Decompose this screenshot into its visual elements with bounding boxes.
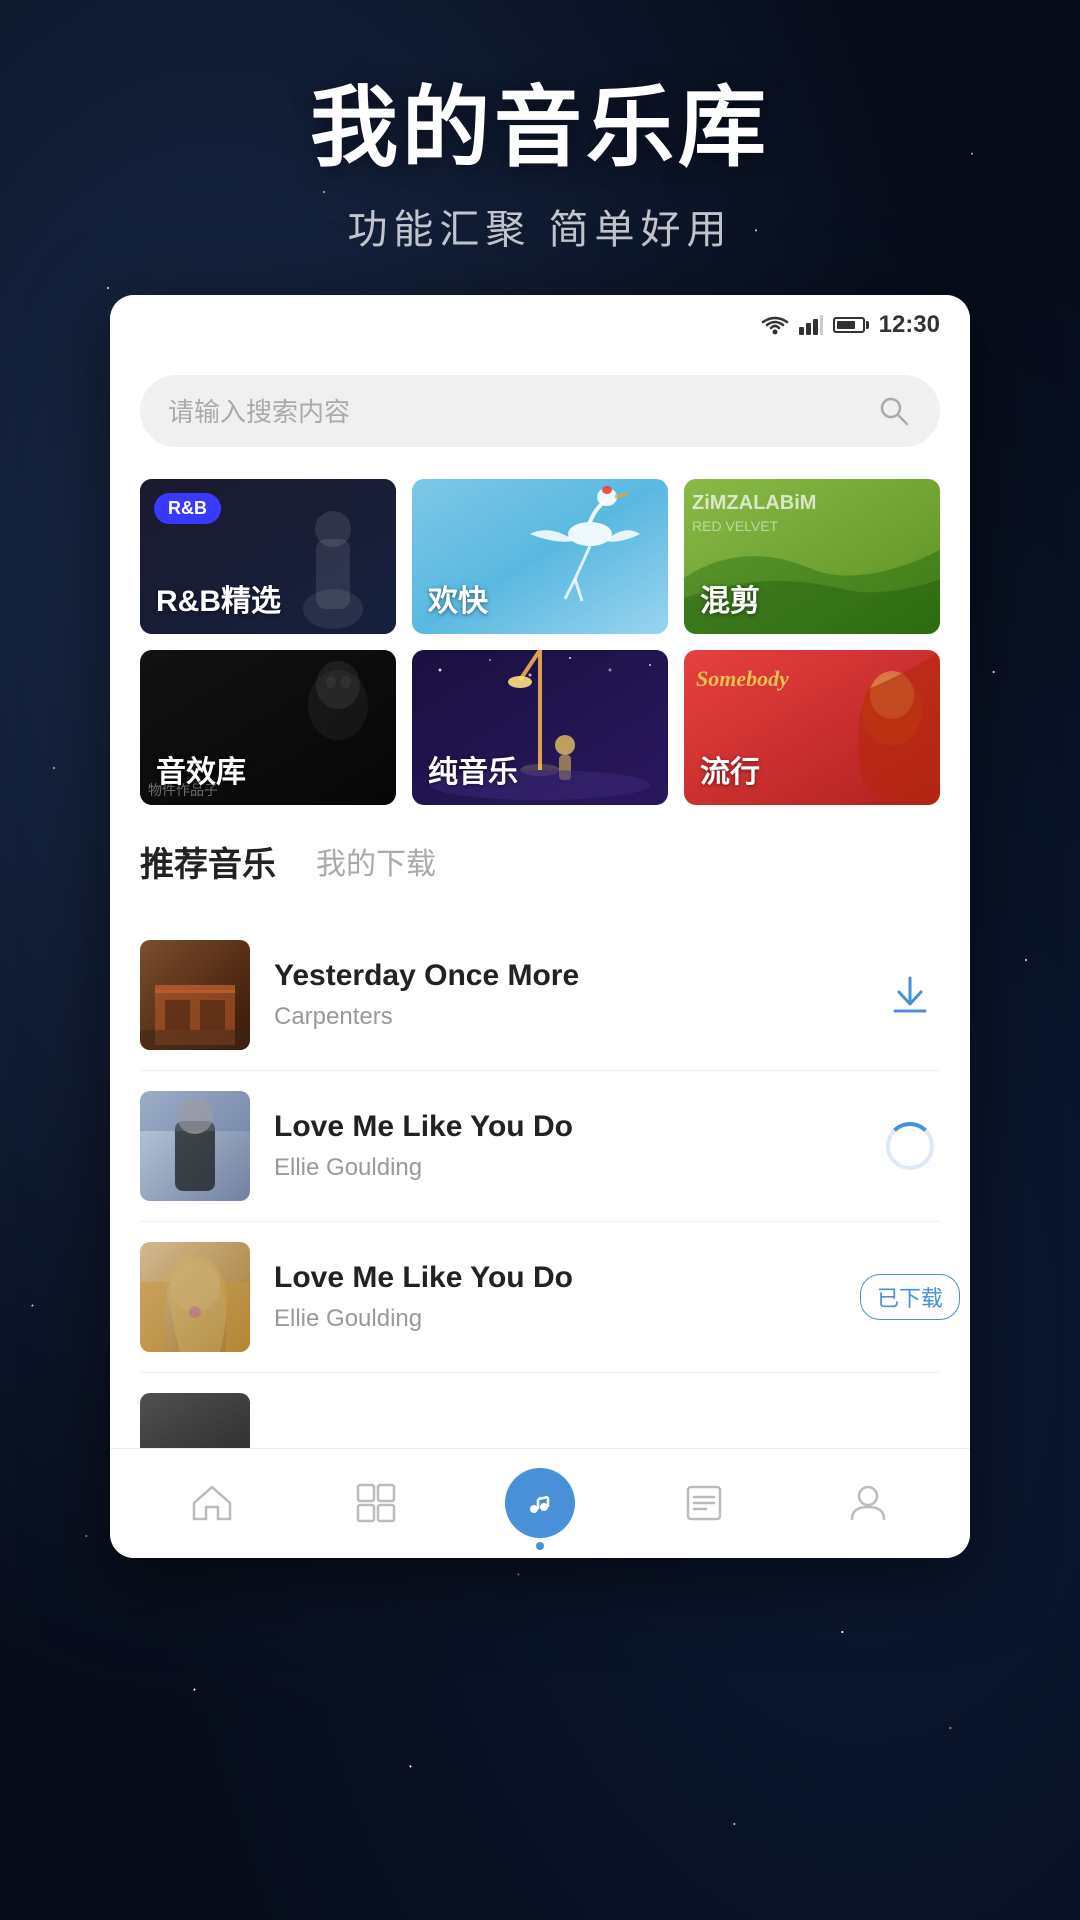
partial-thumb — [140, 1393, 250, 1448]
search-icon — [878, 395, 910, 427]
svg-text:ZiMZALABiM: ZiMZALABiM — [692, 492, 816, 514]
song-info-3: Love Me Like You Do Ellie Goulding — [274, 1261, 880, 1333]
category-item-pop[interactable]: Somebody 流行 — [684, 650, 940, 805]
category-label-rnb: R&B精选 — [140, 560, 396, 634]
battery-icon — [833, 317, 865, 333]
downloaded-badge-3: 已下载 — [860, 1274, 960, 1320]
home-icon — [192, 1485, 232, 1521]
category-label-sfx: 音效库 — [140, 731, 396, 805]
song-item-partial — [140, 1373, 940, 1448]
page-title: 我的音乐库 — [0, 80, 1080, 177]
song-thumb-1 — [140, 940, 250, 1050]
tabs-row: 推荐音乐 我的下载 — [140, 837, 940, 892]
bottom-nav — [110, 1448, 970, 1558]
nav-item-home[interactable] — [130, 1449, 294, 1558]
tab-download[interactable]: 我的下载 — [316, 839, 436, 889]
music-active-wrap — [505, 1468, 575, 1538]
main-content: 请输入搜索内容 — [110, 355, 970, 1448]
wifi-icon — [761, 315, 789, 335]
search-bar[interactable]: 请输入搜索内容 — [140, 375, 940, 447]
song-info-1: Yesterday Once More Carpenters — [274, 959, 880, 1031]
page-subtitle: 功能汇聚 简单好用 — [0, 197, 1080, 255]
nav-item-profile[interactable] — [786, 1449, 950, 1558]
tab-recommend[interactable]: 推荐音乐 — [140, 837, 276, 892]
song-item-3[interactable]: Love Me Like You Do Ellie Goulding 已下载 — [140, 1222, 940, 1373]
category-item-happy[interactable]: 欢快 — [412, 479, 668, 634]
status-icons: 12:30 — [761, 311, 940, 339]
download-icon-1 — [889, 974, 931, 1016]
song-list: Yesterday Once More Carpenters — [140, 920, 940, 1448]
song-action-1[interactable] — [880, 965, 940, 1025]
search-icon-wrap[interactable] — [876, 393, 912, 429]
song-item-2[interactable]: Love Me Like You Do Ellie Goulding — [140, 1071, 940, 1222]
status-bar: 12:30 — [110, 295, 970, 355]
song-thumb-2 — [140, 1091, 250, 1201]
song-item-1[interactable]: Yesterday Once More Carpenters — [140, 920, 940, 1071]
category-label-pop: 流行 — [684, 731, 940, 805]
rnb-badge: R&B — [154, 493, 221, 524]
music-icon-active — [522, 1485, 558, 1521]
category-item-sfx[interactable]: 物件作品子 音效库 — [140, 650, 396, 805]
phone-card: 12:30 请输入搜索内容 — [110, 295, 970, 1558]
nav-active-dot — [536, 1542, 544, 1550]
song-title-2: Love Me Like You Do — [274, 1110, 880, 1144]
thumb-svg-1 — [140, 940, 250, 1050]
song-info-2: Love Me Like You Do Ellie Goulding — [274, 1110, 880, 1182]
song-artist-2: Ellie Goulding — [274, 1154, 880, 1182]
somebody-text: Somebody — [696, 666, 789, 692]
search-placeholder: 请输入搜索内容 — [168, 392, 876, 429]
song-title-1: Yesterday Once More — [274, 959, 880, 993]
song-action-3[interactable]: 已下载 — [880, 1267, 940, 1327]
category-label-mix: 混剪 — [684, 560, 940, 634]
song-thumb-3 — [140, 1242, 250, 1352]
status-time: 12:30 — [879, 311, 940, 339]
category-label-happy: 欢快 — [412, 560, 668, 634]
category-item-rnb[interactable]: R&B R&B精选 — [140, 479, 396, 634]
header-area: 我的音乐库 功能汇聚 简单好用 — [0, 0, 1080, 295]
song-title-3: Love Me Like You Do — [274, 1261, 880, 1295]
category-label-pure: 纯音乐 — [412, 731, 668, 805]
partial-thumb-svg — [140, 1393, 250, 1448]
loading-spinner-2 — [886, 1122, 934, 1170]
grid-icon — [356, 1483, 396, 1523]
signal-icon — [799, 315, 823, 335]
thumb-svg-3 — [140, 1242, 250, 1352]
nav-item-music[interactable] — [458, 1449, 622, 1558]
category-item-pure[interactable]: 纯音乐 — [412, 650, 668, 805]
nav-item-list[interactable] — [622, 1449, 786, 1558]
category-grid: R&B R&B精选 — [140, 479, 940, 805]
list-icon — [684, 1485, 724, 1521]
song-artist-1: Carpenters — [274, 1003, 880, 1031]
nav-item-grid[interactable] — [294, 1449, 458, 1558]
song-action-2[interactable] — [880, 1116, 940, 1176]
svg-text:RED VELVET: RED VELVET — [692, 518, 779, 534]
song-artist-3: Ellie Goulding — [274, 1305, 880, 1333]
thumb-svg-2 — [140, 1091, 250, 1201]
person-icon — [848, 1483, 888, 1523]
category-item-mix[interactable]: ZiMZALABiM RED VELVET 混剪 — [684, 479, 940, 634]
